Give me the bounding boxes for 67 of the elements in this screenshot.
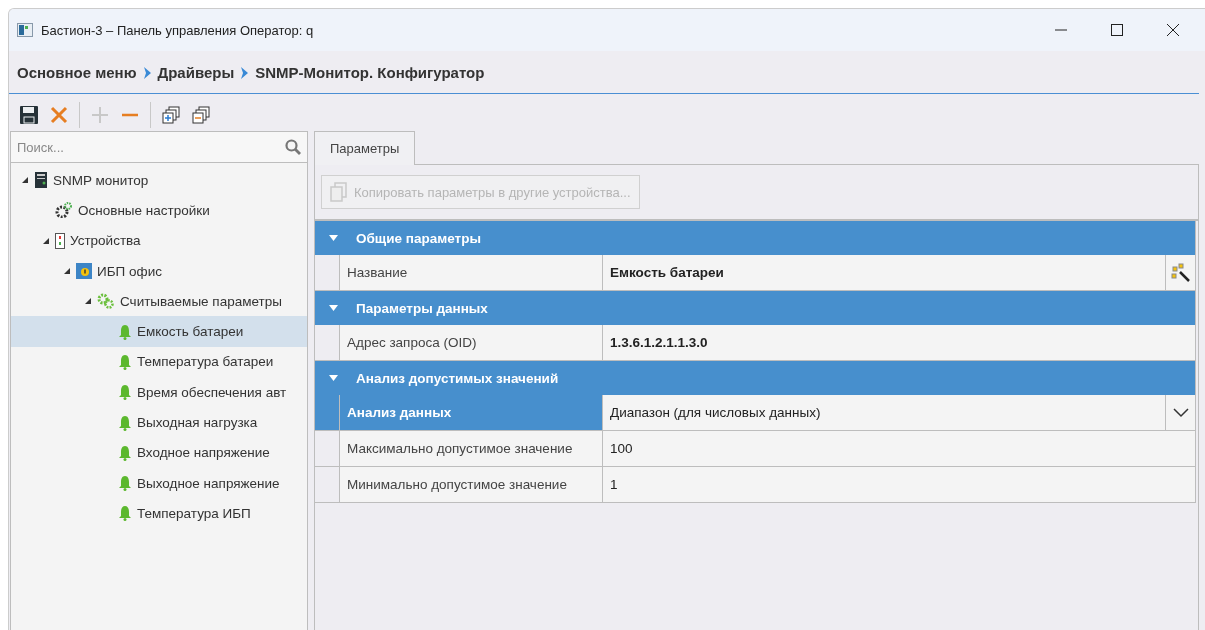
server-icon: [34, 172, 48, 189]
tree-item[interactable]: Время обеспечения авт: [11, 377, 307, 408]
gears-icon: [97, 293, 115, 310]
close-icon[interactable]: [1167, 24, 1179, 36]
minus-icon: [121, 113, 139, 117]
plus-icon: [90, 105, 110, 125]
property-value[interactable]: 1: [603, 467, 1195, 502]
tree-item[interactable]: ИБП офис: [11, 255, 307, 287]
app-icon: [17, 23, 33, 37]
cross-icon: [49, 105, 69, 125]
tab[interactable]: Параметры: [314, 131, 416, 165]
property-row[interactable]: Минимально допустимое значение 1: [315, 467, 1195, 503]
property-label: Название: [340, 255, 603, 290]
triangle-icon[interactable]: [21, 176, 29, 185]
bell-icon: [118, 414, 132, 431]
maximize-icon[interactable]: [1111, 24, 1123, 36]
tree-item[interactable]: Основные настройки: [11, 195, 307, 226]
property-value[interactable]: Диапазон (для числовых данных): [603, 395, 1165, 430]
section-title: Общие параметры: [356, 230, 481, 246]
bell-icon: [118, 353, 132, 370]
tree-item[interactable]: Входное напряжение: [11, 437, 307, 468]
copy-icon: [330, 182, 348, 202]
bell-icon: [118, 384, 132, 401]
tree-item[interactable]: Считываемые параметры: [11, 286, 307, 317]
triangle-icon[interactable]: [84, 297, 92, 306]
tree-item[interactable]: Устройства: [11, 225, 307, 256]
chevron-icon: [142, 66, 152, 79]
property-row[interactable]: Анализ данных Диапазон (для числовых данных): [315, 395, 1195, 431]
triangle-icon[interactable]: [63, 267, 71, 276]
wand-icon: [1170, 262, 1191, 283]
tree-item[interactable]: Температура ИБП: [11, 498, 307, 529]
floppy-icon: [19, 105, 39, 125]
tree-item[interactable]: Емкость батареи: [11, 316, 307, 347]
property-row[interactable]: Адрес запроса (OID) 1.3.6.1.2.1.1.3.0: [315, 325, 1195, 361]
bell-icon: [118, 323, 132, 340]
property-value[interactable]: Емкость батареи: [603, 255, 1165, 290]
breadcrumb-link[interactable]: SNMP-Монитор. Конфигуратор: [255, 64, 485, 81]
chevron-icon: [240, 66, 250, 79]
search-field[interactable]: Поиск...: [15, 138, 285, 156]
bell-icon: [118, 505, 132, 522]
bell-icon: [118, 444, 132, 461]
chevron-down-icon: [1172, 407, 1189, 418]
property-label: Анализ данных: [340, 395, 603, 430]
stack-plus-icon: [161, 105, 181, 125]
tree-item[interactable]: Выходная нагрузка: [11, 407, 307, 438]
tree-item[interactable]: Температура батареи: [11, 346, 307, 378]
search-icon[interactable]: [285, 139, 301, 155]
bell-icon: [118, 475, 132, 492]
property-row[interactable]: Название Емкость батареи: [315, 255, 1195, 291]
property-row[interactable]: Максимально допустимое значение 100: [315, 431, 1195, 467]
property-label: Адрес запроса (OID): [340, 325, 603, 360]
gears-icon: [55, 202, 73, 219]
window-title: Бастион-3 – Панель управления Оператор: q: [41, 22, 314, 38]
breadcrumb-link[interactable]: Основное меню: [17, 64, 137, 81]
property-label: Максимально допустимое значение: [340, 431, 603, 466]
section-title: Параметры данных: [356, 300, 488, 316]
tree-item[interactable]: SNMP монитор: [11, 165, 307, 196]
box-icon: [76, 263, 92, 280]
section-title: Анализ допустимых значений: [356, 370, 559, 386]
triangle-icon[interactable]: [42, 236, 50, 245]
property-label: Минимально допустимое значение: [340, 467, 603, 502]
device-icon: [55, 232, 65, 249]
property-value[interactable]: 1.3.6.1.2.1.1.3.0: [603, 325, 1195, 360]
breadcrumb-link[interactable]: Драйверы: [157, 64, 235, 81]
stack-minus-icon: [191, 105, 211, 125]
property-value[interactable]: 100: [603, 431, 1195, 466]
tree-item[interactable]: Выходное напряжение: [11, 467, 307, 499]
